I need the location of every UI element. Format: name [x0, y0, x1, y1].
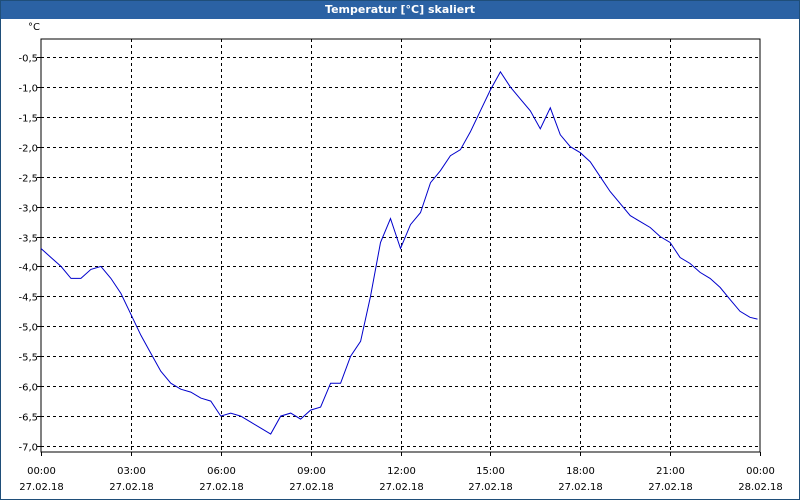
- x-tick-date: 27.02.18: [379, 482, 424, 493]
- x-tick-date: 27.02.18: [199, 482, 244, 493]
- y-tick-label: -1,5: [18, 114, 38, 125]
- window-title: Temperatur [°C] skaliert: [1, 1, 799, 19]
- x-tick-date: 27.02.18: [19, 482, 64, 493]
- x-tick-time: 15:00: [476, 466, 505, 477]
- y-tick-label: -5,0: [18, 323, 38, 334]
- chart-window: Temperatur [°C] skaliert -0,5 -1,0 -1,5 -2,…: [0, 0, 800, 500]
- y-tick-label: -3,5: [18, 234, 38, 245]
- y-tick-label: -6,0: [18, 383, 38, 394]
- x-tick-date: 28.02.18: [738, 482, 783, 493]
- y-tick-label: -0,5: [18, 54, 38, 65]
- x-tick-date: 27.02.18: [289, 482, 334, 493]
- x-tick-date: 27.02.18: [648, 482, 693, 493]
- y-tick-label: -5,5: [18, 353, 38, 364]
- x-tick-date: 27.02.18: [109, 482, 154, 493]
- x-tick-time: 00:00: [27, 466, 56, 477]
- x-tick-time: 00:00: [746, 466, 775, 477]
- y-tick-label: -2,0: [18, 144, 38, 155]
- y-tick-label: -4,5: [18, 293, 38, 304]
- x-tick-date: 27.02.18: [468, 482, 513, 493]
- plot-area: [40, 38, 761, 453]
- y-tick-label: -4,0: [18, 263, 38, 274]
- x-tick-time: 12:00: [387, 466, 416, 477]
- y-tick-label: -7,0: [18, 443, 38, 454]
- x-tick-date: 27.02.18: [558, 482, 603, 493]
- x-tick-time: 21:00: [656, 466, 685, 477]
- x-tick-time: 18:00: [566, 466, 595, 477]
- temperature-chart: -0,5 -1,0 -1,5 -2,0 -2,5 -3,0 -3,5 -4,0 -4,5 -5,0…: [18, 22, 783, 493]
- x-tick-time: 09:00: [297, 466, 326, 477]
- y-axis-unit: °C: [28, 22, 40, 33]
- y-tick-label: -2,5: [18, 174, 38, 185]
- y-tick-label: -6,5: [18, 413, 38, 424]
- y-tick-label: -3,0: [18, 204, 38, 215]
- x-tick-time: 03:00: [117, 466, 146, 477]
- y-tick-label: -1,0: [18, 84, 38, 95]
- x-tick-time: 06:00: [207, 466, 236, 477]
